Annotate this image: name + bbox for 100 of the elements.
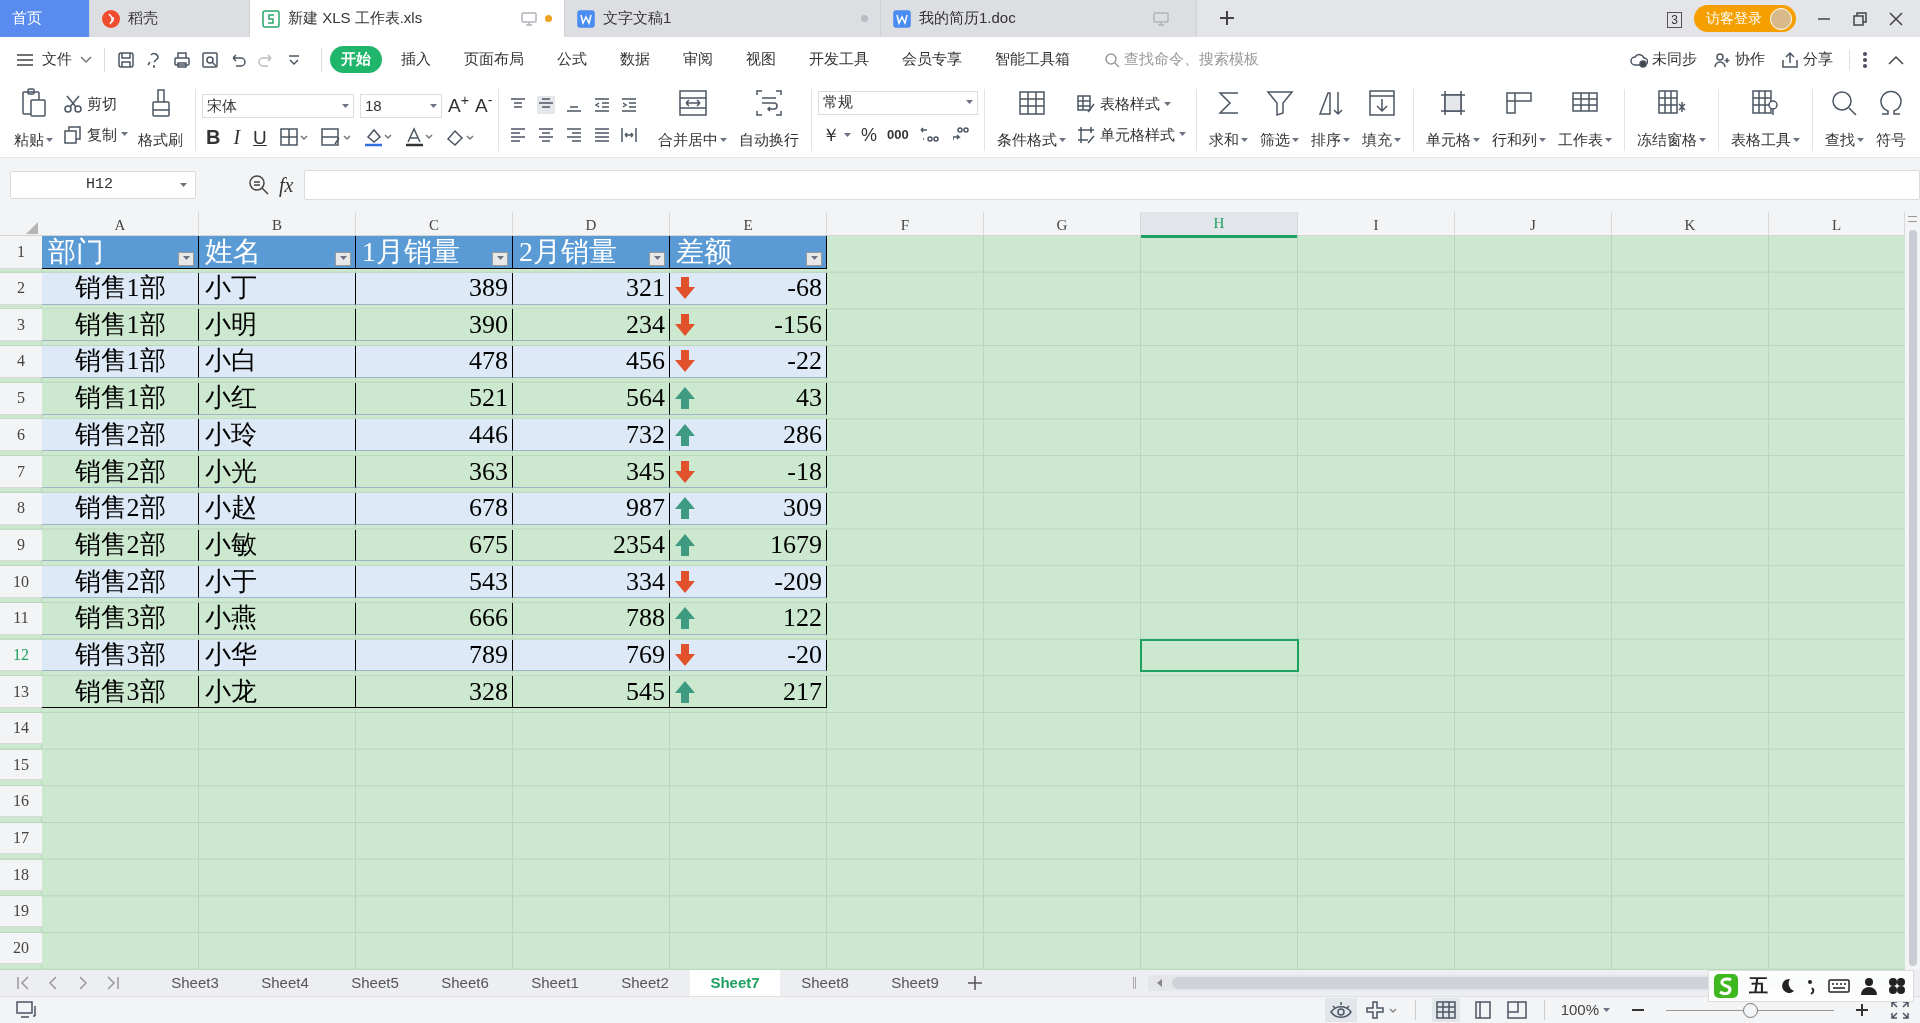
column-header[interactable]: K <box>1612 212 1769 238</box>
filter-dropdown-button[interactable] <box>649 251 665 266</box>
close-icon[interactable] <box>1888 11 1904 27</box>
column-header[interactable]: F <box>827 212 984 238</box>
sheet-tab[interactable]: Sheet5 <box>330 970 420 996</box>
eye-protection-icon[interactable] <box>1328 1000 1353 1020</box>
bold-button[interactable]: B <box>206 127 221 148</box>
table-style-button[interactable]: 表格样式 <box>1076 93 1187 116</box>
decrease-font-button[interactable]: A$^{-}$ <box>475 91 493 121</box>
file-menu-button[interactable]: 文件 <box>16 48 92 71</box>
save-icon[interactable] <box>117 50 135 69</box>
filter-dropdown-button[interactable] <box>806 251 822 266</box>
zoom-in-icon[interactable] <box>1854 1002 1870 1018</box>
ribbon-tab[interactable]: 页面布局 <box>460 48 528 71</box>
row-header[interactable]: 1 <box>0 236 42 269</box>
filter-dropdown-button[interactable] <box>335 251 351 266</box>
row-header[interactable]: 4 <box>0 346 42 378</box>
cell-button[interactable]: 单元格 <box>1420 87 1486 152</box>
row-header[interactable]: 9 <box>0 529 42 562</box>
sheet-tab[interactable]: Sheet3 <box>150 970 240 996</box>
ribbon-tab[interactable]: 数据 <box>616 48 654 71</box>
filter-dropdown-button[interactable] <box>492 251 508 266</box>
toolbar-action-button[interactable]: 协作 <box>1713 48 1765 71</box>
row-header[interactable]: 17 <box>0 823 42 854</box>
increase-font-button[interactable]: A$^{+}$ <box>448 91 469 121</box>
document-tab[interactable]: 新建 XLS 工作表.xls <box>250 0 565 37</box>
ribbon-tab[interactable]: 插入 <box>397 48 435 71</box>
document-tab[interactable]: 我的简历1.doc <box>881 0 1197 37</box>
row-header[interactable]: 10 <box>0 566 42 599</box>
fill-color-icon[interactable] <box>363 127 392 148</box>
sheet-tab[interactable]: Sheet9 <box>870 970 960 996</box>
print-icon[interactable] <box>173 50 191 69</box>
print-preview-icon[interactable] <box>201 50 219 69</box>
underline-button[interactable]: U <box>253 127 267 147</box>
align-right-icon[interactable] <box>564 125 583 144</box>
sheet-tab[interactable]: Sheet6 <box>420 970 510 996</box>
add-sheet-icon[interactable] <box>967 975 983 991</box>
font-family-dropdown[interactable]: 宋体 <box>202 94 354 118</box>
zoom-level-dropdown[interactable]: 100% <box>1560 998 1610 1022</box>
increase-decimal-icon[interactable] <box>918 125 941 145</box>
sheet-tab[interactable]: Sheet1 <box>510 970 600 996</box>
ribbon-tab[interactable]: 开发工具 <box>805 48 873 71</box>
rows-columns-button[interactable]: 行和列 <box>1486 87 1552 152</box>
row-header[interactable]: 18 <box>0 859 42 891</box>
format-painter-button[interactable]: 格式刷 <box>132 87 189 152</box>
filter-dropdown-button[interactable] <box>178 251 194 266</box>
selected-cell[interactable] <box>1141 639 1298 672</box>
cross-view-icon[interactable] <box>1364 1000 1399 1020</box>
cell-format-icon[interactable] <box>320 128 351 147</box>
find-button[interactable]: 查找 <box>1818 87 1870 152</box>
worksheet-button[interactable]: 工作表 <box>1552 87 1618 152</box>
number-format-dropdown[interactable]: 常规 <box>818 90 979 115</box>
symbol-button[interactable]: 符号 <box>1869 87 1912 152</box>
cell-style-button[interactable]: 单元格样式 <box>1076 123 1187 146</box>
align-center-icon[interactable] <box>537 125 556 144</box>
fullscreen-icon[interactable] <box>1890 1000 1910 1020</box>
ribbon-tab[interactable]: 智能工具箱 <box>991 48 1074 71</box>
distribute-icon[interactable] <box>620 125 639 144</box>
sheet-tab[interactable]: Sheet2 <box>600 970 690 996</box>
toolbar-action-button[interactable]: 分享 <box>1781 48 1833 71</box>
restore-icon[interactable] <box>1852 11 1868 27</box>
eraser-icon[interactable] <box>445 128 474 147</box>
ribbon-tab[interactable]: 审阅 <box>679 48 717 71</box>
user-icon[interactable] <box>1860 977 1878 995</box>
row-header[interactable]: 20 <box>0 933 42 964</box>
font-size-dropdown[interactable]: 18 <box>360 94 442 118</box>
conditional-format-button[interactable]: 条件格式 <box>991 87 1073 152</box>
thousands-separator-button[interactable]: 000 <box>887 125 909 145</box>
toolbar-action-button[interactable]: 未同步 <box>1630 48 1697 71</box>
sort-button[interactable]: 排序 <box>1305 87 1356 152</box>
sheet-tab[interactable]: Sheet8 <box>780 970 870 996</box>
last-sheet-icon[interactable] <box>106 975 120 991</box>
merge-center-button[interactable]: 合并居中 <box>652 87 734 152</box>
ribbon-tab[interactable]: 会员专享 <box>898 48 966 71</box>
previous-sheet-icon[interactable] <box>46 975 60 991</box>
page-count-button[interactable]: 3 <box>1667 12 1682 28</box>
filter-button[interactable]: 筛选 <box>1254 87 1305 152</box>
zoom-slider-thumb[interactable] <box>1743 1002 1758 1018</box>
document-tab[interactable]: 稻壳 <box>90 0 250 37</box>
collapse-icon[interactable] <box>1888 54 1904 65</box>
freeze-panes-button[interactable]: 冻结窗格 <box>1631 87 1712 152</box>
column-header[interactable]: I <box>1298 212 1455 238</box>
row-header[interactable]: 8 <box>0 492 42 525</box>
formula-input[interactable] <box>304 170 1920 200</box>
function-button[interactable]: fx <box>279 170 294 200</box>
table-tools-button[interactable]: 表格工具 <box>1724 87 1806 152</box>
row-header[interactable]: 7 <box>0 456 42 488</box>
row-header[interactable]: 11 <box>0 602 42 635</box>
command-search-field[interactable]: 查找命令、搜索模板 <box>1104 48 1284 71</box>
four-leaf-icon[interactable] <box>1888 977 1906 995</box>
currency-button[interactable]: ￥ <box>822 121 852 149</box>
column-header[interactable]: J <box>1455 212 1612 238</box>
first-sheet-icon[interactable] <box>16 975 30 991</box>
macro-icon[interactable] <box>16 1000 38 1020</box>
more-icon[interactable] <box>1862 50 1868 69</box>
paste-button[interactable]: 粘贴 <box>8 87 59 152</box>
wrap-text-button[interactable]: 自动换行 <box>733 87 806 152</box>
justify-icon[interactable] <box>592 125 611 144</box>
input-method-logo-icon[interactable] <box>1713 973 1739 999</box>
row-header[interactable]: 19 <box>0 896 42 928</box>
